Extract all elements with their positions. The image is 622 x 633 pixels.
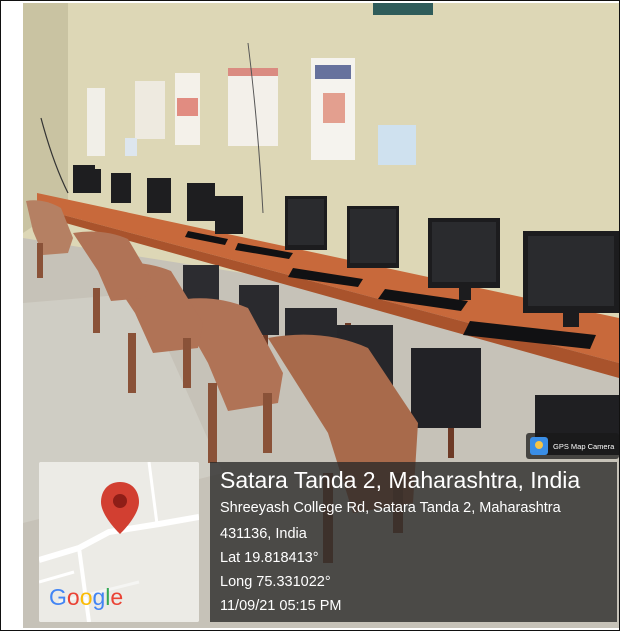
badge-label: GPS Map Camera	[553, 441, 615, 451]
monitor	[147, 178, 171, 213]
gps-camera-badge: GPS Map Camera	[526, 433, 619, 459]
top-sign	[373, 3, 433, 15]
google-logo: Google	[49, 584, 123, 611]
logo-letter: e	[110, 584, 124, 610]
timestamp-label: 11/09/21 05:15 PM	[220, 598, 342, 614]
cpu-tower	[411, 348, 481, 428]
latitude-label: Lat 19.818413°	[220, 550, 319, 566]
address-line-2: 431136, India	[220, 526, 307, 542]
poster	[125, 138, 137, 156]
monitor	[111, 173, 131, 203]
gps-camera-icon	[530, 437, 548, 455]
monitor	[285, 196, 327, 250]
monitor	[215, 196, 243, 234]
logo-letter: o	[79, 584, 93, 610]
poster	[87, 88, 105, 156]
monitor	[347, 206, 399, 268]
poster	[378, 125, 416, 165]
logo-letter: g	[92, 584, 106, 610]
map-thumbnail: Google	[39, 462, 199, 622]
monitor	[73, 165, 101, 193]
logo-letter: G	[49, 584, 67, 610]
poster	[135, 81, 165, 139]
location-title: Satara Tanda 2, Maharashtra, India	[220, 467, 581, 493]
logo-letter: o	[66, 584, 80, 610]
monitor	[523, 231, 619, 327]
address-line: Shreeyash College Rd, Satara Tanda 2, Ma…	[220, 500, 561, 516]
location-info-panel: Satara Tanda 2, Maharashtra, India Shree…	[210, 462, 617, 622]
longitude-label: Long 75.331022°	[220, 574, 331, 590]
monitor	[187, 183, 215, 221]
monitor	[428, 218, 500, 300]
poster	[228, 68, 278, 146]
